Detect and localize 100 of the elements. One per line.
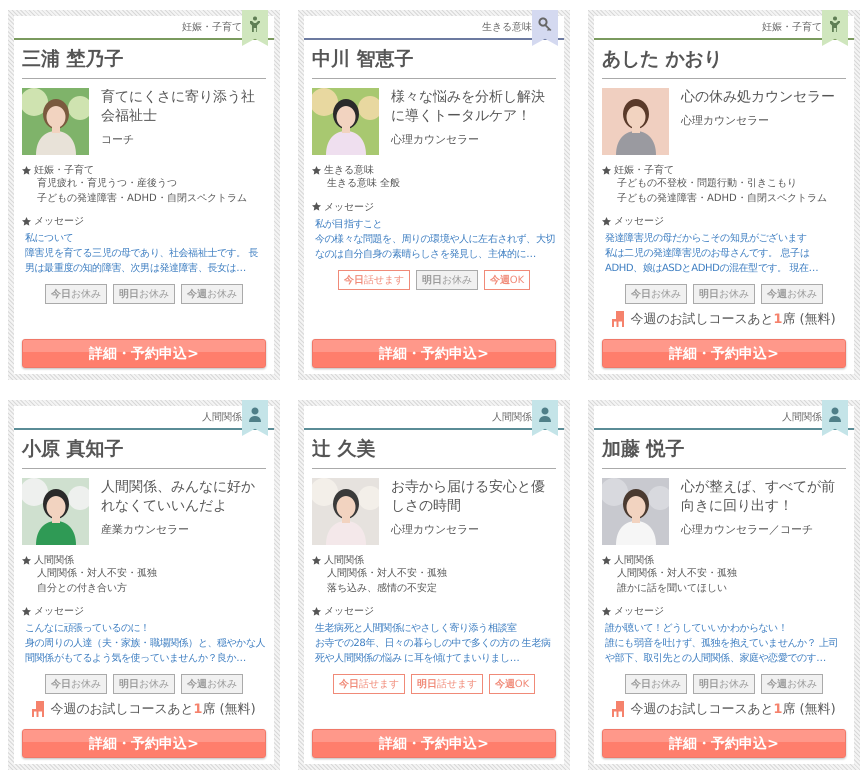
- message-text: 身の周りの人達（夫・家族・職場関係）と、穏やかな人間関係がもてるよう気を使っていませんか？良か…: [25, 636, 266, 666]
- availability-badge: 明日お休み: [693, 674, 755, 694]
- message-text: お寺での28年、日々の暮らしの中で多くの方の 生老病死や人間関係の悩み に耳を傾けてまいりまし…: [315, 636, 552, 666]
- counselor-name: 三浦 埜乃子: [22, 40, 266, 79]
- counselor-name: 辻 久美: [312, 430, 556, 469]
- availability-badge: 明日お休み: [113, 674, 175, 694]
- counselor-name: 加藤 悦子: [602, 430, 846, 469]
- category-label: 人間関係: [492, 411, 532, 424]
- role-label: 心理カウンセラー: [391, 522, 480, 537]
- availability-badge: 明日お休み: [693, 284, 755, 304]
- availability-badge: 明日お休み: [113, 284, 175, 304]
- category-label: 生きる意味: [482, 20, 532, 34]
- message-text: 障害児を育てる三児の母であり、社会福祉士です。 長男は最重度の知的障害、次男は発達障害、長女は…: [25, 246, 260, 276]
- star-icon: [312, 166, 321, 174]
- message-text: 今の様々な問題を、周りの環境や人に左右されず、大切なのは自分自身の素晴らしさを発見し、主体的に…: [315, 232, 556, 262]
- section-heading: 妊娠・子育て: [614, 164, 674, 177]
- availability-badge: 今日お休み: [625, 674, 687, 694]
- user-icon: [248, 406, 262, 422]
- catchphrase: お寺から届ける安心と優しさの時間: [391, 478, 546, 516]
- star-icon: [22, 166, 31, 174]
- details-booking-button[interactable]: 詳細・予約申込>: [602, 729, 846, 758]
- person-arms-up-icon: [828, 16, 842, 32]
- star-icon: [602, 556, 611, 564]
- person-arms-up-icon: [248, 16, 262, 32]
- details-booking-button[interactable]: 詳細・予約申込>: [312, 339, 556, 368]
- topic-item: 子どもの発達障害・ADHD・自閉スペクトラム: [37, 192, 248, 206]
- topic-item: 人間関係・対人不安・孤独: [327, 567, 448, 581]
- star-icon: [602, 606, 611, 616]
- category-label: 人間関係: [782, 411, 822, 424]
- section-heading: 人間関係: [324, 554, 364, 567]
- category-label: 人間関係: [202, 411, 242, 424]
- message-title: 私について: [25, 232, 74, 246]
- star-icon: [22, 216, 31, 226]
- details-booking-button[interactable]: 詳細・予約申込>: [22, 729, 266, 758]
- role-label: コーチ: [101, 132, 135, 147]
- chair-icon: [612, 311, 624, 327]
- section-heading: 妊娠・子育て: [34, 164, 94, 177]
- section-heading: 人間関係: [34, 554, 74, 567]
- topic-item: 人間関係・対人不安・孤独: [617, 567, 738, 581]
- section-heading: メッセージ: [324, 605, 374, 618]
- availability-badge: 今週お休み: [761, 284, 823, 304]
- catchphrase: 様々な悩みを分析し解決に導くトータルケア！: [391, 88, 546, 126]
- star-icon: [602, 166, 611, 174]
- section-heading: 人間関係: [614, 554, 654, 567]
- topic-item: 子どもの発達障害・ADHD・自閉スペクトラム: [617, 192, 828, 206]
- star-icon: [22, 556, 31, 564]
- availability-badge: 今週OK: [484, 270, 530, 290]
- availability-badge: 明日話せます: [410, 674, 483, 694]
- details-booking-button[interactable]: 詳細・予約申込>: [22, 339, 266, 368]
- counselor-name: 小原 真知子: [22, 430, 266, 469]
- topic-item: 生きる意味 全般: [327, 177, 402, 191]
- category-label: 妊娠・子育て: [762, 20, 822, 34]
- message-title: 私が目指すこと: [315, 218, 384, 232]
- message-title: 誰か聴いて！どうしていいかわからない！: [605, 622, 788, 636]
- details-booking-button[interactable]: 詳細・予約申込>: [312, 729, 556, 758]
- availability-badge: 今週お休み: [181, 284, 243, 304]
- availability-badge: 今週お休み: [761, 674, 823, 694]
- star-icon: [22, 606, 31, 616]
- star-icon: [312, 606, 321, 616]
- category-label: 妊娠・子育て: [182, 20, 242, 34]
- availability-badge: 明日お休み: [416, 270, 478, 290]
- details-booking-button[interactable]: 詳細・予約申込>: [602, 339, 846, 368]
- message-title: こんなに頑張っているのに！: [25, 622, 151, 636]
- catchphrase: 人間関係、みんなに好かれなくていいんだよ: [101, 478, 256, 516]
- section-heading: メッセージ: [614, 605, 664, 618]
- availability-badge: 今週お休み: [181, 674, 243, 694]
- availability-badge: 今週OK: [488, 674, 536, 694]
- topic-item: 人間関係・対人不安・孤独: [37, 567, 158, 581]
- availability-badge: 今日話せます: [332, 674, 405, 694]
- key-icon: [538, 16, 552, 32]
- section-heading: メッセージ: [34, 605, 84, 618]
- chair-icon: [32, 701, 44, 717]
- topic-item: 子どもの不登校・問題行動・引きこもり: [617, 177, 798, 191]
- topic-item: 落ち込み、感情の不安定: [327, 582, 438, 596]
- chair-icon: [612, 701, 624, 717]
- star-icon: [602, 216, 611, 226]
- availability-badge: 今日お休み: [625, 284, 687, 304]
- topic-item: 自分との付き合い方: [37, 582, 128, 596]
- star-icon: [312, 556, 321, 564]
- topic-item: 誰かに話を聞いてほしい: [617, 582, 728, 596]
- section-heading: メッセージ: [34, 215, 84, 228]
- star-icon: [312, 202, 321, 211]
- availability-badge: 今日お休み: [45, 674, 107, 694]
- availability-badge: 今日話せます: [338, 270, 410, 290]
- role-label: 心理カウンセラー: [391, 132, 480, 147]
- catchphrase: 育てにくさに寄り添う社会福祉士: [101, 88, 256, 126]
- message-title: 生老病死と人間関係にやさしく寄り添う相談室: [315, 622, 518, 636]
- section-heading: メッセージ: [324, 200, 374, 214]
- topic-item: 育児疲れ・育児うつ・産後うつ: [37, 177, 178, 191]
- catchphrase: 心が整えば、すべてが前向きに回り出す！: [681, 478, 836, 516]
- message-text: 私は二児の発達障害児のお母さんです。 息子はADHD、娘はASDとADHDの混在型です。 現在…: [605, 246, 820, 276]
- role-label: 産業カウンセラー: [101, 522, 190, 537]
- user-icon: [538, 406, 552, 422]
- catchphrase: 心の休み処カウンセラー: [681, 88, 835, 107]
- counselor-name: あした かおり: [602, 40, 846, 79]
- section-heading: メッセージ: [614, 215, 664, 228]
- message-text: 誰にも弱音を吐けず、孤独を抱えていませんか？ 上司や部下、取引先との人間関係、家庭や恋愛でのす…: [605, 636, 840, 666]
- availability-badge: 今日お休み: [45, 284, 107, 304]
- role-label: 心理カウンセラー／コーチ: [681, 522, 814, 537]
- message-title: 発達障害児の母だからこその知見がございます: [605, 232, 808, 246]
